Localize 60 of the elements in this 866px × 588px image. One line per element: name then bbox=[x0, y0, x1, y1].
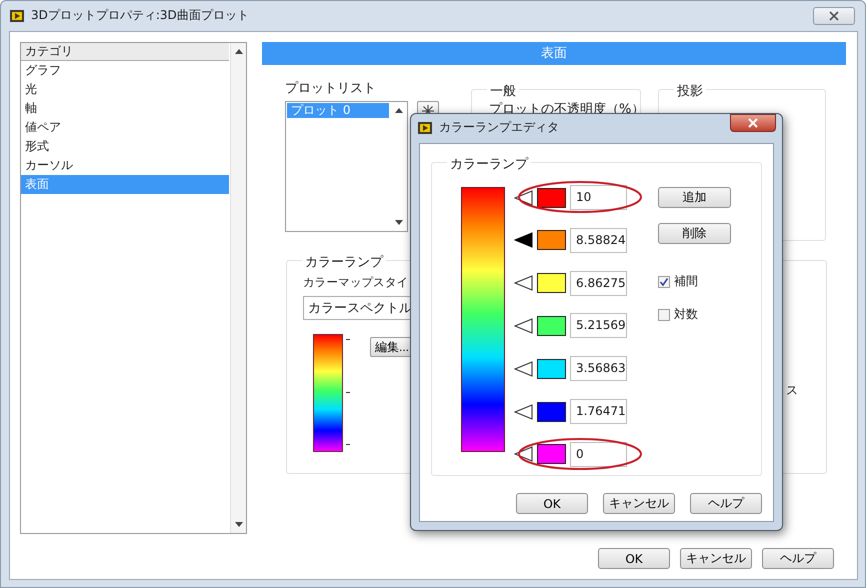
marker-value-field[interactable]: 10 bbox=[570, 185, 627, 210]
color-swatch[interactable] bbox=[537, 230, 566, 250]
dialog-button[interactable]: OK bbox=[516, 493, 588, 514]
marker-handle-icon[interactable] bbox=[514, 318, 532, 334]
marker-value-field[interactable]: 3.56863 bbox=[570, 356, 627, 382]
marker-value-field[interactable]: 6.86275 bbox=[570, 270, 627, 296]
close-button[interactable] bbox=[730, 114, 776, 132]
color-swatch[interactable] bbox=[537, 358, 566, 379]
scroll-up-icon[interactable] bbox=[395, 108, 403, 113]
marker-value-field[interactable]: 1.76471 bbox=[570, 399, 627, 424]
category-item[interactable]: 光 bbox=[21, 80, 229, 99]
marker-handle-icon[interactable] bbox=[514, 446, 532, 462]
color-swatch[interactable] bbox=[537, 316, 566, 336]
close-icon bbox=[748, 118, 758, 128]
app-icon bbox=[417, 120, 433, 136]
group-title: カラーランプ bbox=[447, 155, 531, 173]
marker-handle-icon[interactable] bbox=[514, 361, 532, 377]
label-fragment: ス bbox=[786, 382, 798, 399]
scroll-up-icon[interactable] bbox=[234, 49, 242, 54]
marker-handle-icon[interactable] bbox=[514, 275, 532, 291]
close-icon bbox=[829, 10, 839, 20]
category-item[interactable]: 軸 bbox=[21, 99, 229, 118]
dialog-button[interactable]: ヘルプ bbox=[762, 548, 834, 569]
add-button[interactable]: 追加 bbox=[658, 187, 731, 208]
scroll-down-icon[interactable] bbox=[234, 522, 242, 527]
color-swatch[interactable] bbox=[537, 402, 566, 422]
color-swatch[interactable] bbox=[537, 444, 566, 464]
color-swatch[interactable] bbox=[537, 188, 566, 208]
checkbox-label: 対数 bbox=[674, 306, 698, 323]
marker-value-field[interactable]: 5.21569 bbox=[570, 313, 627, 338]
dialog-button[interactable]: キャンセル bbox=[680, 548, 752, 569]
app-icon bbox=[9, 8, 25, 24]
group-title: 投影 bbox=[674, 82, 706, 100]
group-title: カラーランプ bbox=[302, 253, 386, 271]
dialog-button[interactable]: キャンセル bbox=[603, 493, 675, 514]
marker-value-field[interactable]: 8.58824 bbox=[570, 228, 627, 253]
scroll-down-icon[interactable] bbox=[395, 220, 403, 225]
list-header: カテゴリ bbox=[21, 43, 229, 61]
plot-list-label: プロットリスト bbox=[285, 80, 377, 97]
checkbox-label: 補間 bbox=[674, 273, 698, 290]
window-title: 3Dプロットプロパティ:3D曲面プロット bbox=[31, 7, 249, 24]
scrollbar[interactable] bbox=[230, 43, 246, 533]
colormap-style-label: カラーマップスタイ bbox=[303, 275, 408, 290]
marker-handle-icon[interactable] bbox=[514, 404, 532, 420]
category-item[interactable]: カーソル bbox=[21, 156, 229, 175]
close-button[interactable] bbox=[813, 6, 855, 24]
category-item[interactable]: 値ペア bbox=[21, 118, 229, 137]
checkbox[interactable] bbox=[658, 308, 670, 320]
marker-value-field[interactable]: 0 bbox=[570, 442, 627, 467]
delete-button[interactable]: 削除 bbox=[658, 223, 731, 244]
checkbox[interactable] bbox=[658, 276, 670, 288]
category-item[interactable]: グラフ bbox=[21, 61, 229, 80]
dialog-button[interactable]: OK bbox=[598, 548, 670, 569]
dialog-title: カラーランプエディタ bbox=[439, 119, 559, 136]
panel-header: 表面 bbox=[262, 42, 846, 65]
marker-handle-icon[interactable] bbox=[514, 232, 532, 248]
dialog-button[interactable]: ヘルプ bbox=[690, 493, 762, 514]
color-swatch[interactable] bbox=[537, 273, 566, 294]
category-item[interactable]: 形式 bbox=[21, 137, 229, 156]
marker-handle-icon[interactable] bbox=[514, 190, 532, 206]
